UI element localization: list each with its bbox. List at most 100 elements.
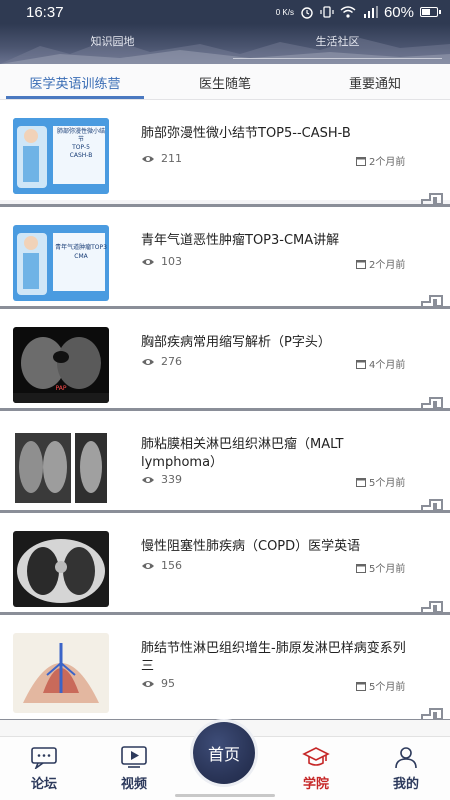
status-time: 16:37 (26, 3, 64, 21)
article-title: 青年气道恶性肿瘤TOP3-CMA讲解 (141, 233, 340, 248)
calendar-icon (356, 681, 366, 691)
nav-label: 我的 (392, 777, 419, 792)
graduation-cap-icon (302, 747, 330, 766)
date-text: 2个月前 (369, 157, 406, 168)
calendar-icon (356, 563, 366, 573)
thumb-text-line: 肺部弥漫性微小结节 (56, 128, 105, 143)
calendar-icon (356, 477, 366, 487)
article-card[interactable]: 肺粘膜相关淋巴组织淋巴瘤（MALT lymphoma） 339 5个月前 (0, 411, 450, 511)
vibrate-icon (320, 6, 334, 18)
battery-icon (420, 7, 441, 17)
sub-tab-label: 重要通知 (348, 77, 401, 92)
top-tab-label: 生活社区 (315, 35, 360, 48)
date-text: 5个月前 (369, 478, 406, 489)
sub-tabs: 医学英语训练营 医生随笔 重要通知 (0, 64, 450, 100)
article-thumbnail: PAP (13, 327, 109, 403)
view-count: 156 (161, 559, 182, 572)
eye-icon (142, 680, 154, 687)
article-title: 肺粘膜相关淋巴组织淋巴瘤（MALT lymphoma） (141, 437, 344, 470)
eye-icon (142, 258, 154, 265)
article-title: 肺部弥漫性微小结节TOP5--CASH-B (141, 126, 351, 141)
article-card[interactable]: PAP 胸部疾病常用缩写解析（P字头） 276 4个月前 (0, 309, 450, 409)
calendar-icon (356, 156, 366, 166)
article-title: 肺结节性淋巴组织增生-肺原发淋巴样病变系列三 (141, 641, 406, 674)
article-card[interactable]: 青年气道肿瘤TOP3 CMA 青年气道恶性肿瘤TOP3-CMA讲解 103 2个… (0, 207, 450, 307)
view-count: 103 (161, 255, 182, 268)
eye-icon (142, 476, 154, 483)
sub-tab-english-camp[interactable]: 医学英语训练营 (0, 64, 150, 99)
nav-mine[interactable]: 我的 (376, 745, 436, 792)
article-views: 339 (141, 473, 182, 486)
network-speed: 0 K/s (275, 7, 294, 17)
article-views: 103 (141, 255, 182, 268)
status-icons: 0 K/s 60% (275, 3, 441, 21)
article-date: 5个月前 (356, 474, 405, 489)
date-text: 2个月前 (369, 260, 406, 271)
article-list: 肺部弥漫性微小结节 TOP-5 CASH-B 肺部弥漫性微小结节TOP5--CA… (0, 100, 450, 736)
thumb-caption: PAP (55, 385, 67, 392)
article-card[interactable]: 慢性阻塞性肺疾病（COPD）医学英语 156 5个月前 (0, 513, 450, 613)
signal-icon (363, 6, 378, 18)
article-views: 156 (141, 559, 182, 572)
calendar-icon (356, 259, 366, 269)
video-play-icon (121, 746, 147, 768)
article-thumbnail (13, 531, 109, 607)
nav-home-label: 首页 (207, 745, 240, 764)
nav-label: 论坛 (30, 777, 57, 792)
article-views: 276 (141, 355, 182, 368)
eye-icon (142, 358, 154, 365)
sub-tab-label: 医生随笔 (198, 77, 251, 92)
article-card[interactable]: 肺部弥漫性微小结节 TOP-5 CASH-B 肺部弥漫性微小结节TOP5--CA… (0, 100, 450, 200)
nav-forum[interactable]: 论坛 (14, 745, 74, 792)
nav-academy[interactable]: 学院 (286, 745, 346, 792)
thumb-text-line: CMA (74, 253, 88, 260)
sub-tab-label: 医学英语训练营 (29, 77, 121, 92)
article-views: 95 (141, 677, 175, 690)
battery-percent: 60% (383, 3, 414, 21)
article-title: 胸部疾病常用缩写解析（P字头） (141, 335, 331, 350)
article-thumbnail (13, 429, 109, 505)
sub-tab-doctor-essays[interactable]: 医生随笔 (150, 64, 300, 99)
nav-video[interactable]: 视频 (104, 745, 164, 792)
article-thumbnail: 青年气道肿瘤TOP3 CMA (13, 225, 109, 301)
thumb-text: 青年气道肿瘤TOP3 CMA (55, 243, 107, 261)
article-date: 2个月前 (356, 256, 405, 271)
sub-tab-notices[interactable]: 重要通知 (300, 64, 450, 99)
top-tab-label: 知识园地 (90, 35, 135, 48)
top-header: 知识园地 生活社区 (0, 24, 450, 64)
nav-home-button[interactable]: 首页 (193, 722, 255, 784)
article-date: 2个月前 (356, 153, 405, 168)
thumb-text: 肺部弥漫性微小结节 TOP-5 CASH-B (55, 128, 107, 160)
article-date: 4个月前 (356, 356, 405, 371)
date-text: 4个月前 (369, 360, 406, 371)
thumb-text-line: CASH-B (69, 152, 93, 159)
thumb-text-line: 青年气道肿瘤TOP3 (55, 244, 107, 251)
article-date: 5个月前 (356, 678, 405, 693)
article-date: 5个月前 (356, 560, 405, 575)
view-count: 95 (161, 677, 175, 690)
user-icon (395, 747, 417, 769)
calendar-icon (356, 359, 366, 369)
date-text: 5个月前 (369, 564, 406, 575)
eye-icon (142, 155, 154, 162)
alarm-icon (301, 7, 313, 19)
view-count: 211 (161, 152, 182, 165)
article-card[interactable]: 肺结节性淋巴组织增生-肺原发淋巴样病变系列三 95 5个月前 (0, 615, 450, 719)
top-tab-knowledge[interactable]: 知识园地 (0, 24, 225, 64)
thumb-text-line: TOP-5 (72, 144, 90, 151)
home-indicator (175, 794, 275, 797)
wifi-icon (340, 6, 356, 18)
chat-bubble-icon (31, 747, 57, 769)
article-views: 211 (141, 152, 182, 165)
article-title: 慢性阻塞性肺疾病（COPD）医学英语 (141, 539, 361, 554)
nav-label: 视频 (120, 777, 147, 792)
date-text: 5个月前 (369, 682, 406, 693)
article-thumbnail: 肺部弥漫性微小结节 TOP-5 CASH-B (13, 118, 109, 194)
eye-icon (142, 562, 154, 569)
article-thumbnail (13, 633, 109, 713)
top-tab-community[interactable]: 生活社区 (225, 24, 450, 64)
view-count: 276 (161, 355, 182, 368)
nav-label: 学院 (302, 777, 329, 792)
status-bar: 16:37 0 K/s 60% (0, 0, 450, 24)
view-count: 339 (161, 473, 182, 486)
